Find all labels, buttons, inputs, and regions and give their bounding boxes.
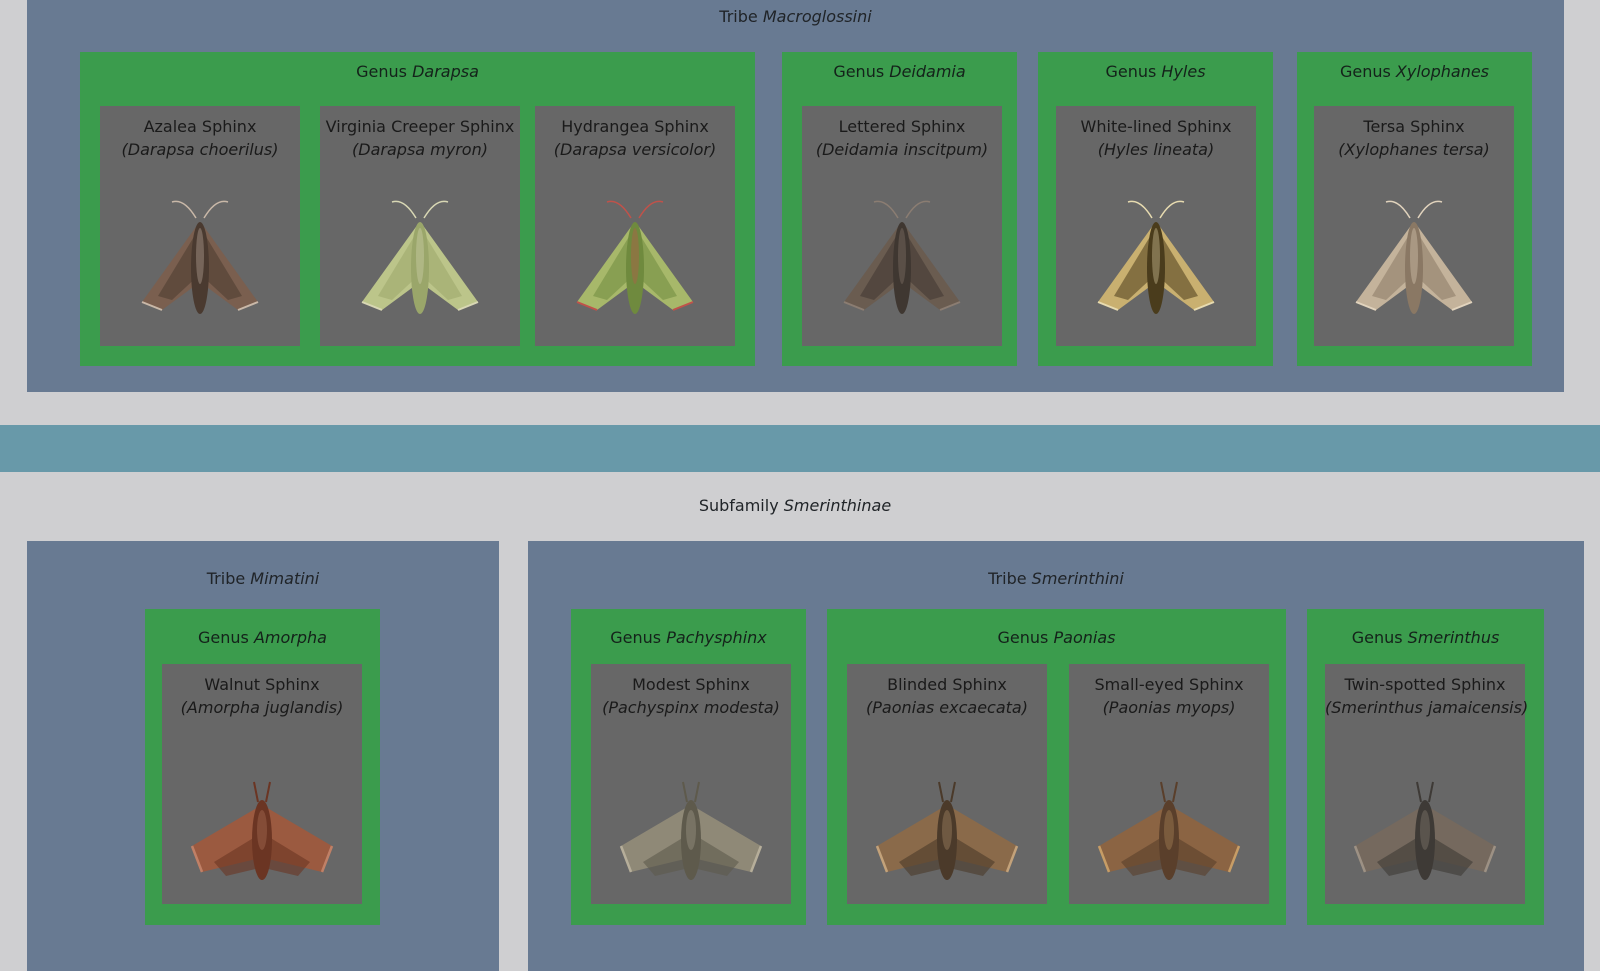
- moth-image: [1353, 781, 1497, 880]
- genus-heading: Genus Xylophanes: [1339, 62, 1490, 81]
- moth-image: [619, 781, 763, 880]
- genus-heading: Genus Darapsa: [356, 62, 479, 81]
- tribe-mimatini-panel: Tribe Mimatini Genus Amorpha Walnut Sphi…: [27, 541, 499, 971]
- tribe-heading: Tribe Smerinthini: [988, 569, 1124, 588]
- genus-heading: Genus Hyles: [1105, 62, 1206, 81]
- genus-hyles-panel: Genus Hyles White-lined Sphinx (Hyles li…: [1038, 52, 1273, 366]
- subfamily-heading: Subfamily Smerinthinae: [698, 496, 892, 515]
- species-card-modest-sphinx[interactable]: Modest Sphinx (Pachyspinx modesta): [591, 664, 791, 904]
- moth-image: [875, 781, 1019, 880]
- genus-heading: Genus Pachysphinx: [610, 628, 767, 647]
- moth-image: [361, 200, 479, 314]
- tribe-smerinthini-panel: Tribe Smerinthini Genus Pachysphinx Mode…: [528, 541, 1584, 971]
- genus-heading: Genus Paonias: [997, 628, 1116, 647]
- species-card-lettered-sphinx[interactable]: Lettered Sphinx (Deidamia inscitpum): [802, 106, 1002, 346]
- tribe-heading: Tribe Macroglossini: [719, 7, 872, 26]
- moth-image: [1355, 200, 1473, 314]
- moth-image: [1097, 200, 1215, 314]
- genus-amorpha-panel: Genus Amorpha Walnut Sphinx (Amorpha jug…: [145, 609, 380, 925]
- moth-image: [190, 781, 334, 880]
- moth-image: [843, 200, 961, 314]
- tribe-macroglossini-panel: Tribe Macroglossini Genus Darapsa Azalea…: [27, 0, 1564, 392]
- moth-image: [1097, 781, 1241, 880]
- moth-image: [576, 200, 694, 314]
- species-card-virginia-creeper-sphinx[interactable]: Virginia Creeper Sphinx (Darapsa myron): [320, 106, 520, 346]
- species-card-twin-spotted-sphinx[interactable]: Twin-spotted Sphinx (Smerinthus jamaicen…: [1325, 664, 1528, 904]
- genus-paonias-panel: Genus Paonias Blinded Sphinx (Paonias ex…: [827, 609, 1286, 925]
- genus-pachysphinx-panel: Genus Pachysphinx Modest Sphinx (Pachysp…: [571, 609, 806, 925]
- genus-heading: Genus Smerinthus: [1351, 628, 1500, 647]
- genus-smerinthus-panel: Genus Smerinthus Twin-spotted Sphinx (Sm…: [1307, 609, 1544, 925]
- section-divider-band: [0, 425, 1600, 472]
- tribe-heading: Tribe Mimatini: [206, 569, 320, 588]
- species-card-walnut-sphinx[interactable]: Walnut Sphinx (Amorpha juglandis): [162, 664, 362, 904]
- species-card-white-lined-sphinx[interactable]: White-lined Sphinx (Hyles lineata): [1056, 106, 1256, 346]
- genus-deidamia-panel: Genus Deidamia Lettered Sphinx (Deidamia…: [782, 52, 1017, 366]
- moth-image: [141, 200, 259, 314]
- species-card-tersa-sphinx[interactable]: Tersa Sphinx (Xylophanes tersa): [1314, 106, 1514, 346]
- genus-heading: Genus Amorpha: [198, 628, 327, 647]
- species-card-azalea-sphinx[interactable]: Azalea Sphinx (Darapsa choerilus): [100, 106, 300, 346]
- species-card-blinded-sphinx[interactable]: Blinded Sphinx (Paonias excaecata): [847, 664, 1047, 904]
- genus-xylophanes-panel: Genus Xylophanes Tersa Sphinx (Xylophane…: [1297, 52, 1532, 366]
- species-card-hydrangea-sphinx[interactable]: Hydrangea Sphinx (Darapsa versicolor): [535, 106, 735, 346]
- genus-darapsa-panel: Genus Darapsa Azalea Sphinx (Darapsa cho…: [80, 52, 755, 366]
- species-card-small-eyed-sphinx[interactable]: Small-eyed Sphinx (Paonias myops): [1069, 664, 1269, 904]
- genus-heading: Genus Deidamia: [833, 62, 966, 81]
